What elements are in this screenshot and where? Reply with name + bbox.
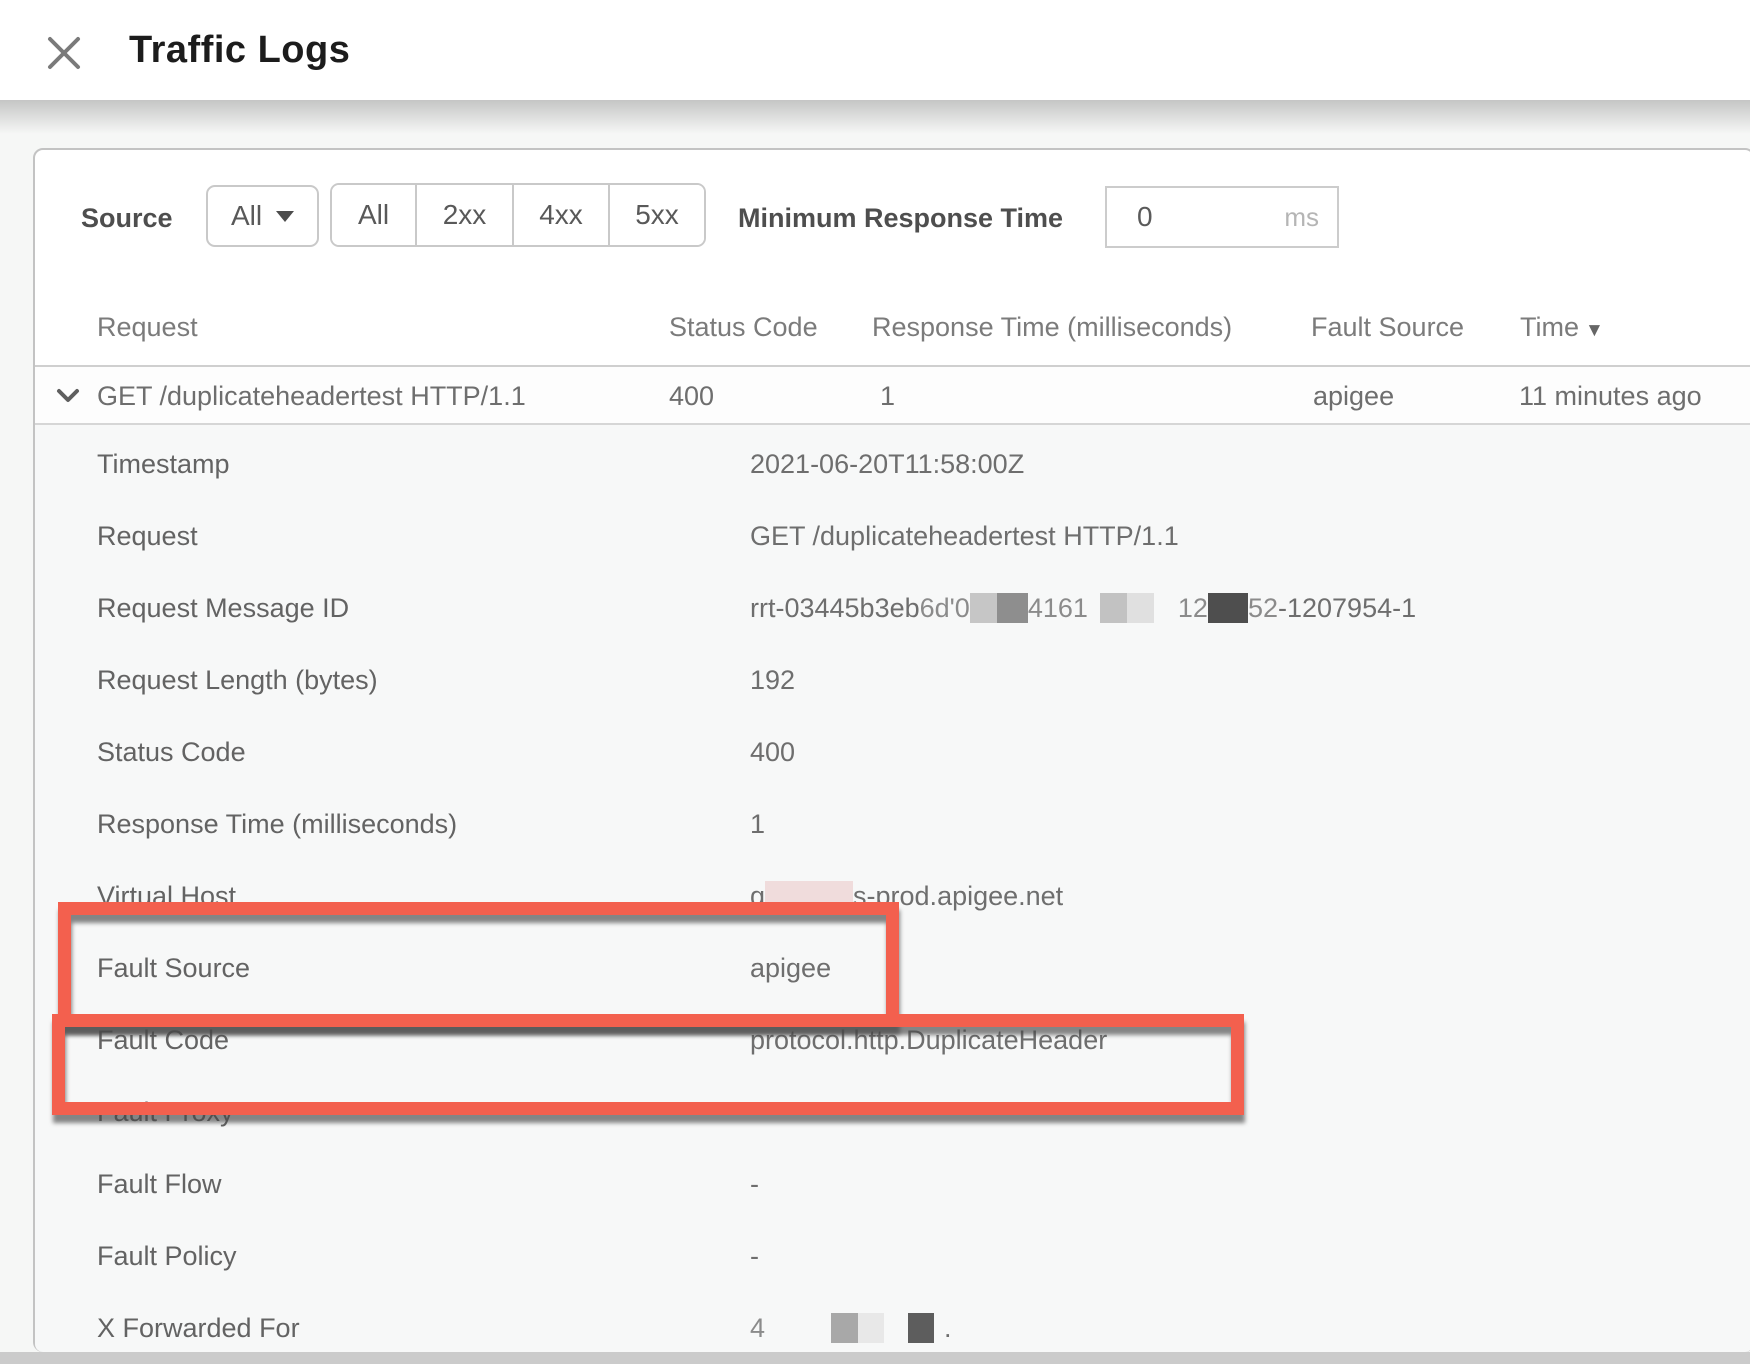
source-dropdown[interactable]: All: [206, 185, 319, 247]
chevron-down-icon: [276, 211, 294, 222]
detail-label: Fault Source: [97, 951, 250, 985]
redaction-block: [1208, 593, 1248, 623]
chevron-expand-icon[interactable]: [55, 387, 81, 405]
detail-label: Fault Policy: [97, 1239, 237, 1273]
log-table-row[interactable]: GET /duplicateheadertest HTTP/1.1 400 1 …: [35, 367, 1750, 423]
redaction-block: [831, 1313, 858, 1343]
column-header-fault-source[interactable]: Fault Source: [1311, 310, 1464, 344]
detail-row: Request Message ID rrt-03445b3eb6d'0 4161…: [35, 591, 1750, 625]
detail-row: Fault Flow -: [35, 1167, 1750, 1201]
detail-value: -: [750, 1167, 759, 1201]
redaction-block: [1127, 593, 1154, 623]
row-time: 11 minutes ago: [1519, 380, 1702, 412]
redaction-block: [997, 593, 1028, 623]
detail-row: X Forwarded For 4.: [35, 1311, 1750, 1345]
detail-value: GET /duplicateheadertest HTTP/1.1: [750, 519, 1179, 553]
min-response-time-unit: ms: [1284, 202, 1319, 233]
detail-value: g s-prod.apigee.net: [750, 879, 1063, 913]
redaction-gap: [884, 1336, 908, 1337]
value-text: rrt-03445b3eb: [750, 593, 920, 623]
detail-label: Request Length (bytes): [97, 663, 378, 697]
status-filter-4xx-button[interactable]: 4xx: [512, 185, 608, 245]
detail-row: Timestamp 2021-06-20T11:58:00Z: [35, 447, 1750, 481]
app-header: Traffic Logs: [0, 0, 1750, 100]
row-fault-source: apigee: [1313, 380, 1394, 412]
detail-label: Status Code: [97, 735, 246, 769]
detail-row: Response Time (milliseconds) 1: [35, 807, 1750, 841]
detail-label: X Forwarded For: [97, 1311, 300, 1345]
detail-label: Fault Code: [97, 1023, 229, 1057]
traffic-logs-panel: Source All All 2xx 4xx 5xx Minimum Respo…: [33, 148, 1750, 1352]
value-text: .: [944, 1313, 952, 1343]
detail-value: rrt-03445b3eb6d'0 4161 12 52-1207954-1: [750, 591, 1416, 625]
redaction-block: [908, 1313, 934, 1343]
status-filter-2xx-button[interactable]: 2xx: [415, 185, 512, 245]
row-response-time: 1: [880, 380, 895, 412]
detail-value: -: [750, 1095, 759, 1129]
detail-value: 1: [750, 807, 765, 841]
redaction-gap: [1154, 616, 1178, 617]
row-request: GET /duplicateheadertest HTTP/1.1: [97, 380, 526, 412]
close-icon[interactable]: [46, 35, 82, 71]
sort-desc-icon: ▼: [1585, 320, 1604, 341]
detail-row: Fault Code protocol.http.DuplicateHeader: [35, 1023, 1750, 1057]
redaction-block: [765, 881, 853, 911]
redaction-gap: [1088, 616, 1100, 617]
column-header-request[interactable]: Request: [97, 310, 198, 344]
min-response-time-label: Minimum Response Time: [738, 202, 1063, 234]
detail-row: Request Length (bytes) 192: [35, 663, 1750, 697]
detail-value: 192: [750, 663, 795, 697]
detail-value: 400: [750, 735, 795, 769]
detail-label: Request: [97, 519, 198, 553]
detail-value: 4.: [750, 1311, 952, 1345]
redaction-gap: [934, 1336, 944, 1337]
detail-label: Fault Proxy: [97, 1095, 234, 1129]
detail-row: Status Code 400: [35, 735, 1750, 769]
source-dropdown-value: All: [231, 200, 262, 232]
detail-label: Timestamp: [97, 447, 230, 481]
value-text: -1207954-1: [1278, 593, 1416, 623]
column-header-response-time[interactable]: Response Time (milliseconds): [872, 310, 1232, 344]
status-filter-5xx-button[interactable]: 5xx: [608, 185, 704, 245]
value-text: g: [750, 881, 765, 911]
detail-row: Fault Source apigee: [35, 951, 1750, 985]
detail-value: protocol.http.DuplicateHeader: [750, 1023, 1107, 1057]
detail-label: Request Message ID: [97, 591, 349, 625]
header-shadow: [0, 100, 1750, 134]
min-response-time-input[interactable]: 0 ms: [1105, 186, 1339, 248]
detail-row: Virtual Host g s-prod.apigee.net: [35, 879, 1750, 913]
value-text: s-prod.apigee.net: [853, 881, 1063, 911]
detail-row: Fault Proxy -: [35, 1095, 1750, 1129]
bottom-strip: [0, 1352, 1750, 1364]
status-filter-all-button[interactable]: All: [332, 185, 415, 245]
redaction-block: [1100, 593, 1127, 623]
redaction-gap: [765, 1336, 831, 1337]
value-text: 4: [750, 1313, 765, 1343]
column-header-status-code[interactable]: Status Code: [669, 310, 818, 344]
value-text: 12: [1178, 593, 1208, 623]
detail-value: apigee: [750, 951, 831, 985]
detail-label: Virtual Host: [97, 879, 236, 913]
source-filter-label: Source: [81, 202, 173, 234]
detail-value: -: [750, 1239, 759, 1273]
min-response-time-value: 0: [1137, 201, 1284, 233]
redaction-block: [970, 593, 997, 623]
detail-row: Fault Policy -: [35, 1239, 1750, 1273]
detail-row: Request GET /duplicateheadertest HTTP/1.…: [35, 519, 1750, 553]
value-text: 4161: [1028, 593, 1088, 623]
redaction-block: [858, 1313, 884, 1343]
detail-value: 2021-06-20T11:58:00Z: [750, 447, 1024, 481]
value-text: 52: [1248, 593, 1278, 623]
page-title: Traffic Logs: [129, 29, 350, 72]
detail-label: Response Time (milliseconds): [97, 807, 457, 841]
value-text: 6d'0: [920, 593, 970, 623]
detail-rows: Timestamp 2021-06-20T11:58:00Z Request G…: [35, 425, 1750, 1352]
column-header-time[interactable]: Time▼: [1520, 310, 1604, 344]
detail-label: Fault Flow: [97, 1167, 222, 1201]
row-status-code: 400: [669, 380, 714, 412]
status-code-filter-group: All 2xx 4xx 5xx: [330, 183, 706, 247]
